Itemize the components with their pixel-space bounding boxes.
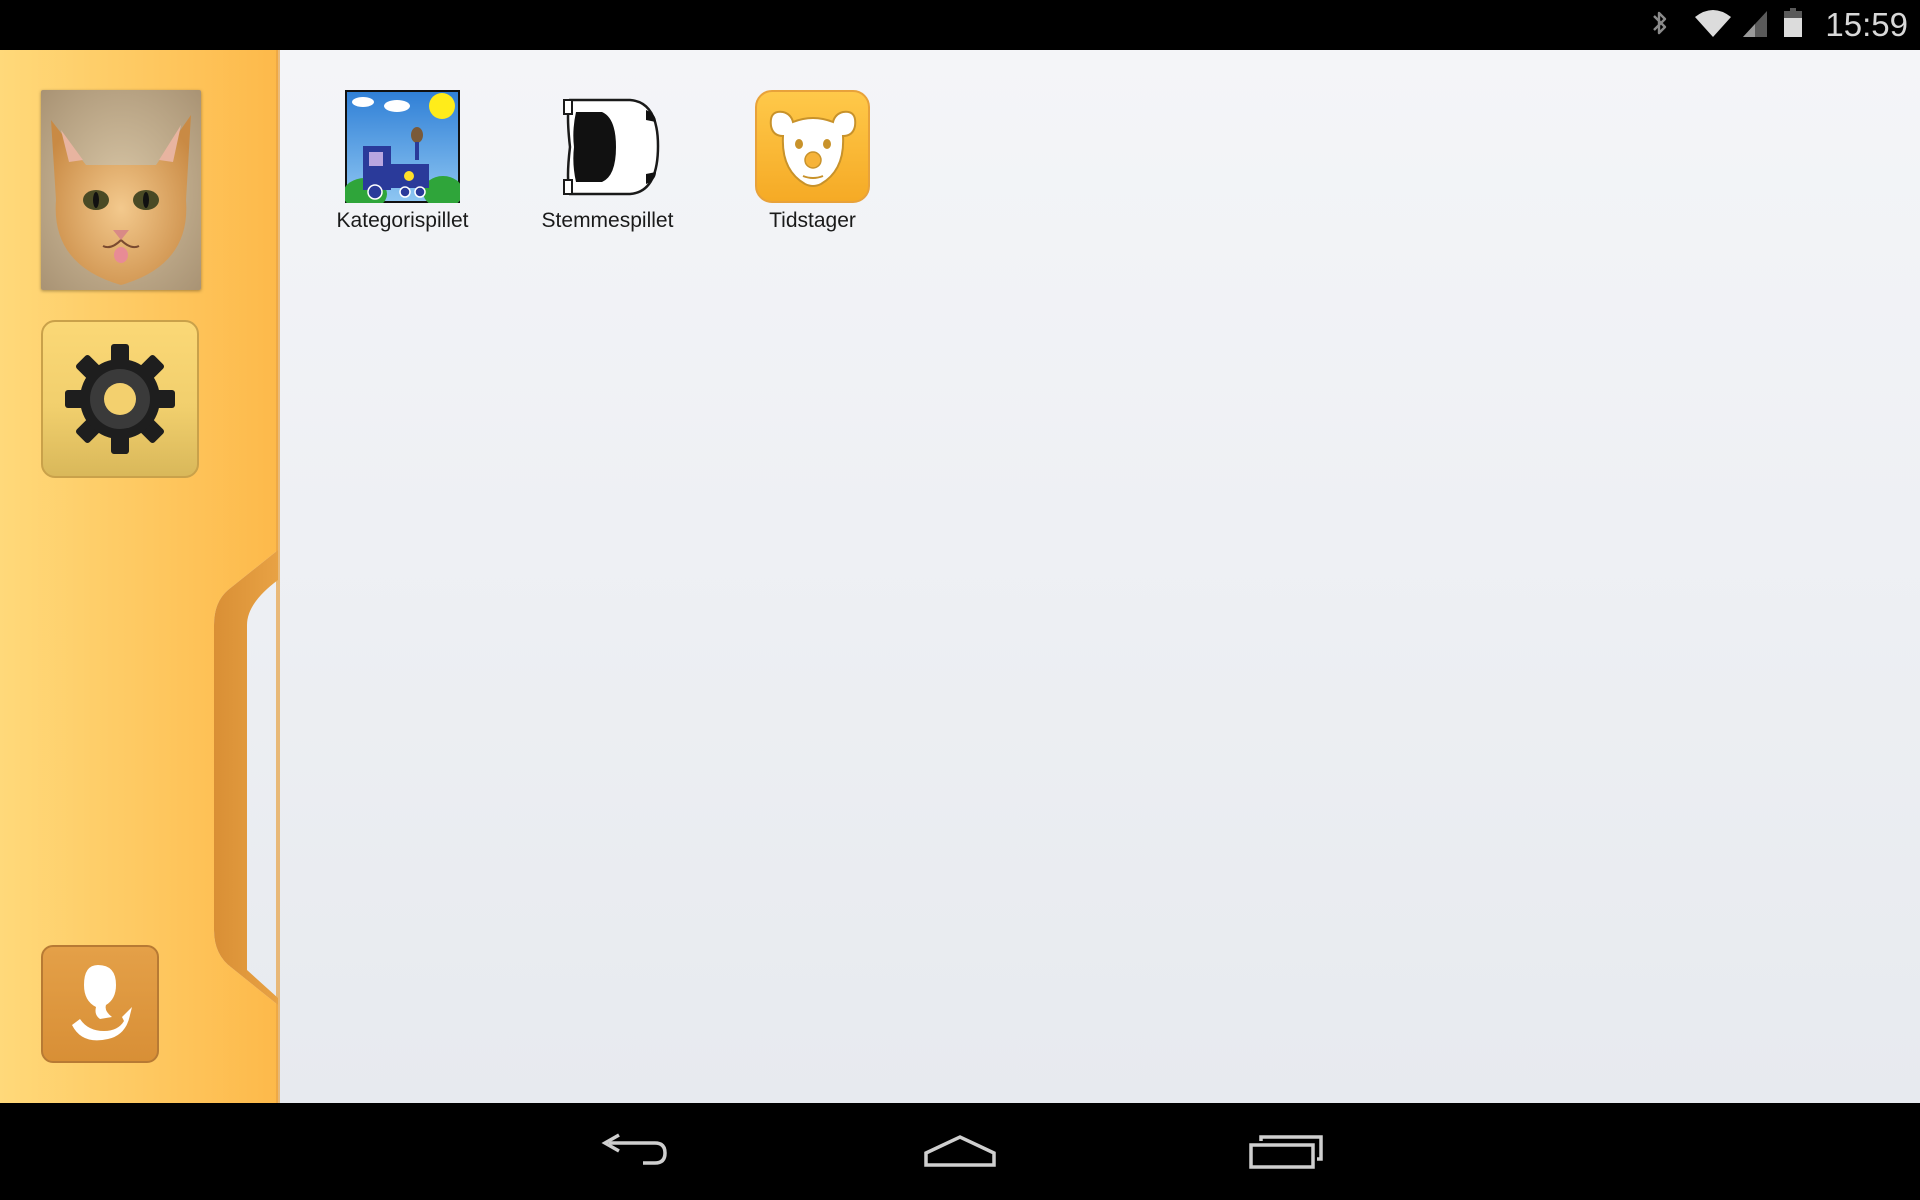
app-label: Tidstager xyxy=(769,209,856,232)
settings-button[interactable] xyxy=(41,320,199,478)
bluetooth-icon xyxy=(1649,7,1671,44)
status-clock: 15:59 xyxy=(1825,6,1908,43)
switch-user-icon xyxy=(72,965,132,1041)
car-icon xyxy=(550,90,665,203)
wifi-icon xyxy=(1693,7,1733,44)
navigation-bar xyxy=(0,1103,1920,1200)
profile-photo[interactable] xyxy=(41,90,201,290)
gear-icon xyxy=(65,344,175,454)
home-button[interactable] xyxy=(905,1121,1015,1181)
train-icon xyxy=(345,90,460,203)
app-kategorispillet[interactable]: Kategorispillet xyxy=(300,90,505,233)
status-icons: 15:59 xyxy=(1649,0,1908,50)
sidebar xyxy=(0,50,280,1103)
switch-user-button[interactable] xyxy=(41,945,159,1063)
kitten-photo xyxy=(41,90,201,290)
app-label: Stemmespillet xyxy=(541,209,674,232)
home-icon xyxy=(924,1135,996,1167)
back-button[interactable] xyxy=(580,1121,690,1181)
app-label: Kategorispillet xyxy=(336,209,469,232)
back-icon xyxy=(601,1133,667,1165)
recents-icon xyxy=(1249,1135,1323,1169)
koala-icon xyxy=(755,90,870,203)
app-tidstager[interactable]: Tidstager xyxy=(710,90,915,233)
launcher-screen: Kategorispillet Stemmespillet Tidstager xyxy=(0,50,1920,1103)
status-bar: 15:59 xyxy=(0,0,1920,50)
battery-icon xyxy=(1783,7,1803,44)
app-stemmespillet[interactable]: Stemmespillet xyxy=(505,90,710,233)
app-grid: Kategorispillet Stemmespillet Tidstager xyxy=(300,90,915,233)
recents-button[interactable] xyxy=(1230,1121,1340,1181)
cell-signal-icon xyxy=(1741,7,1769,44)
